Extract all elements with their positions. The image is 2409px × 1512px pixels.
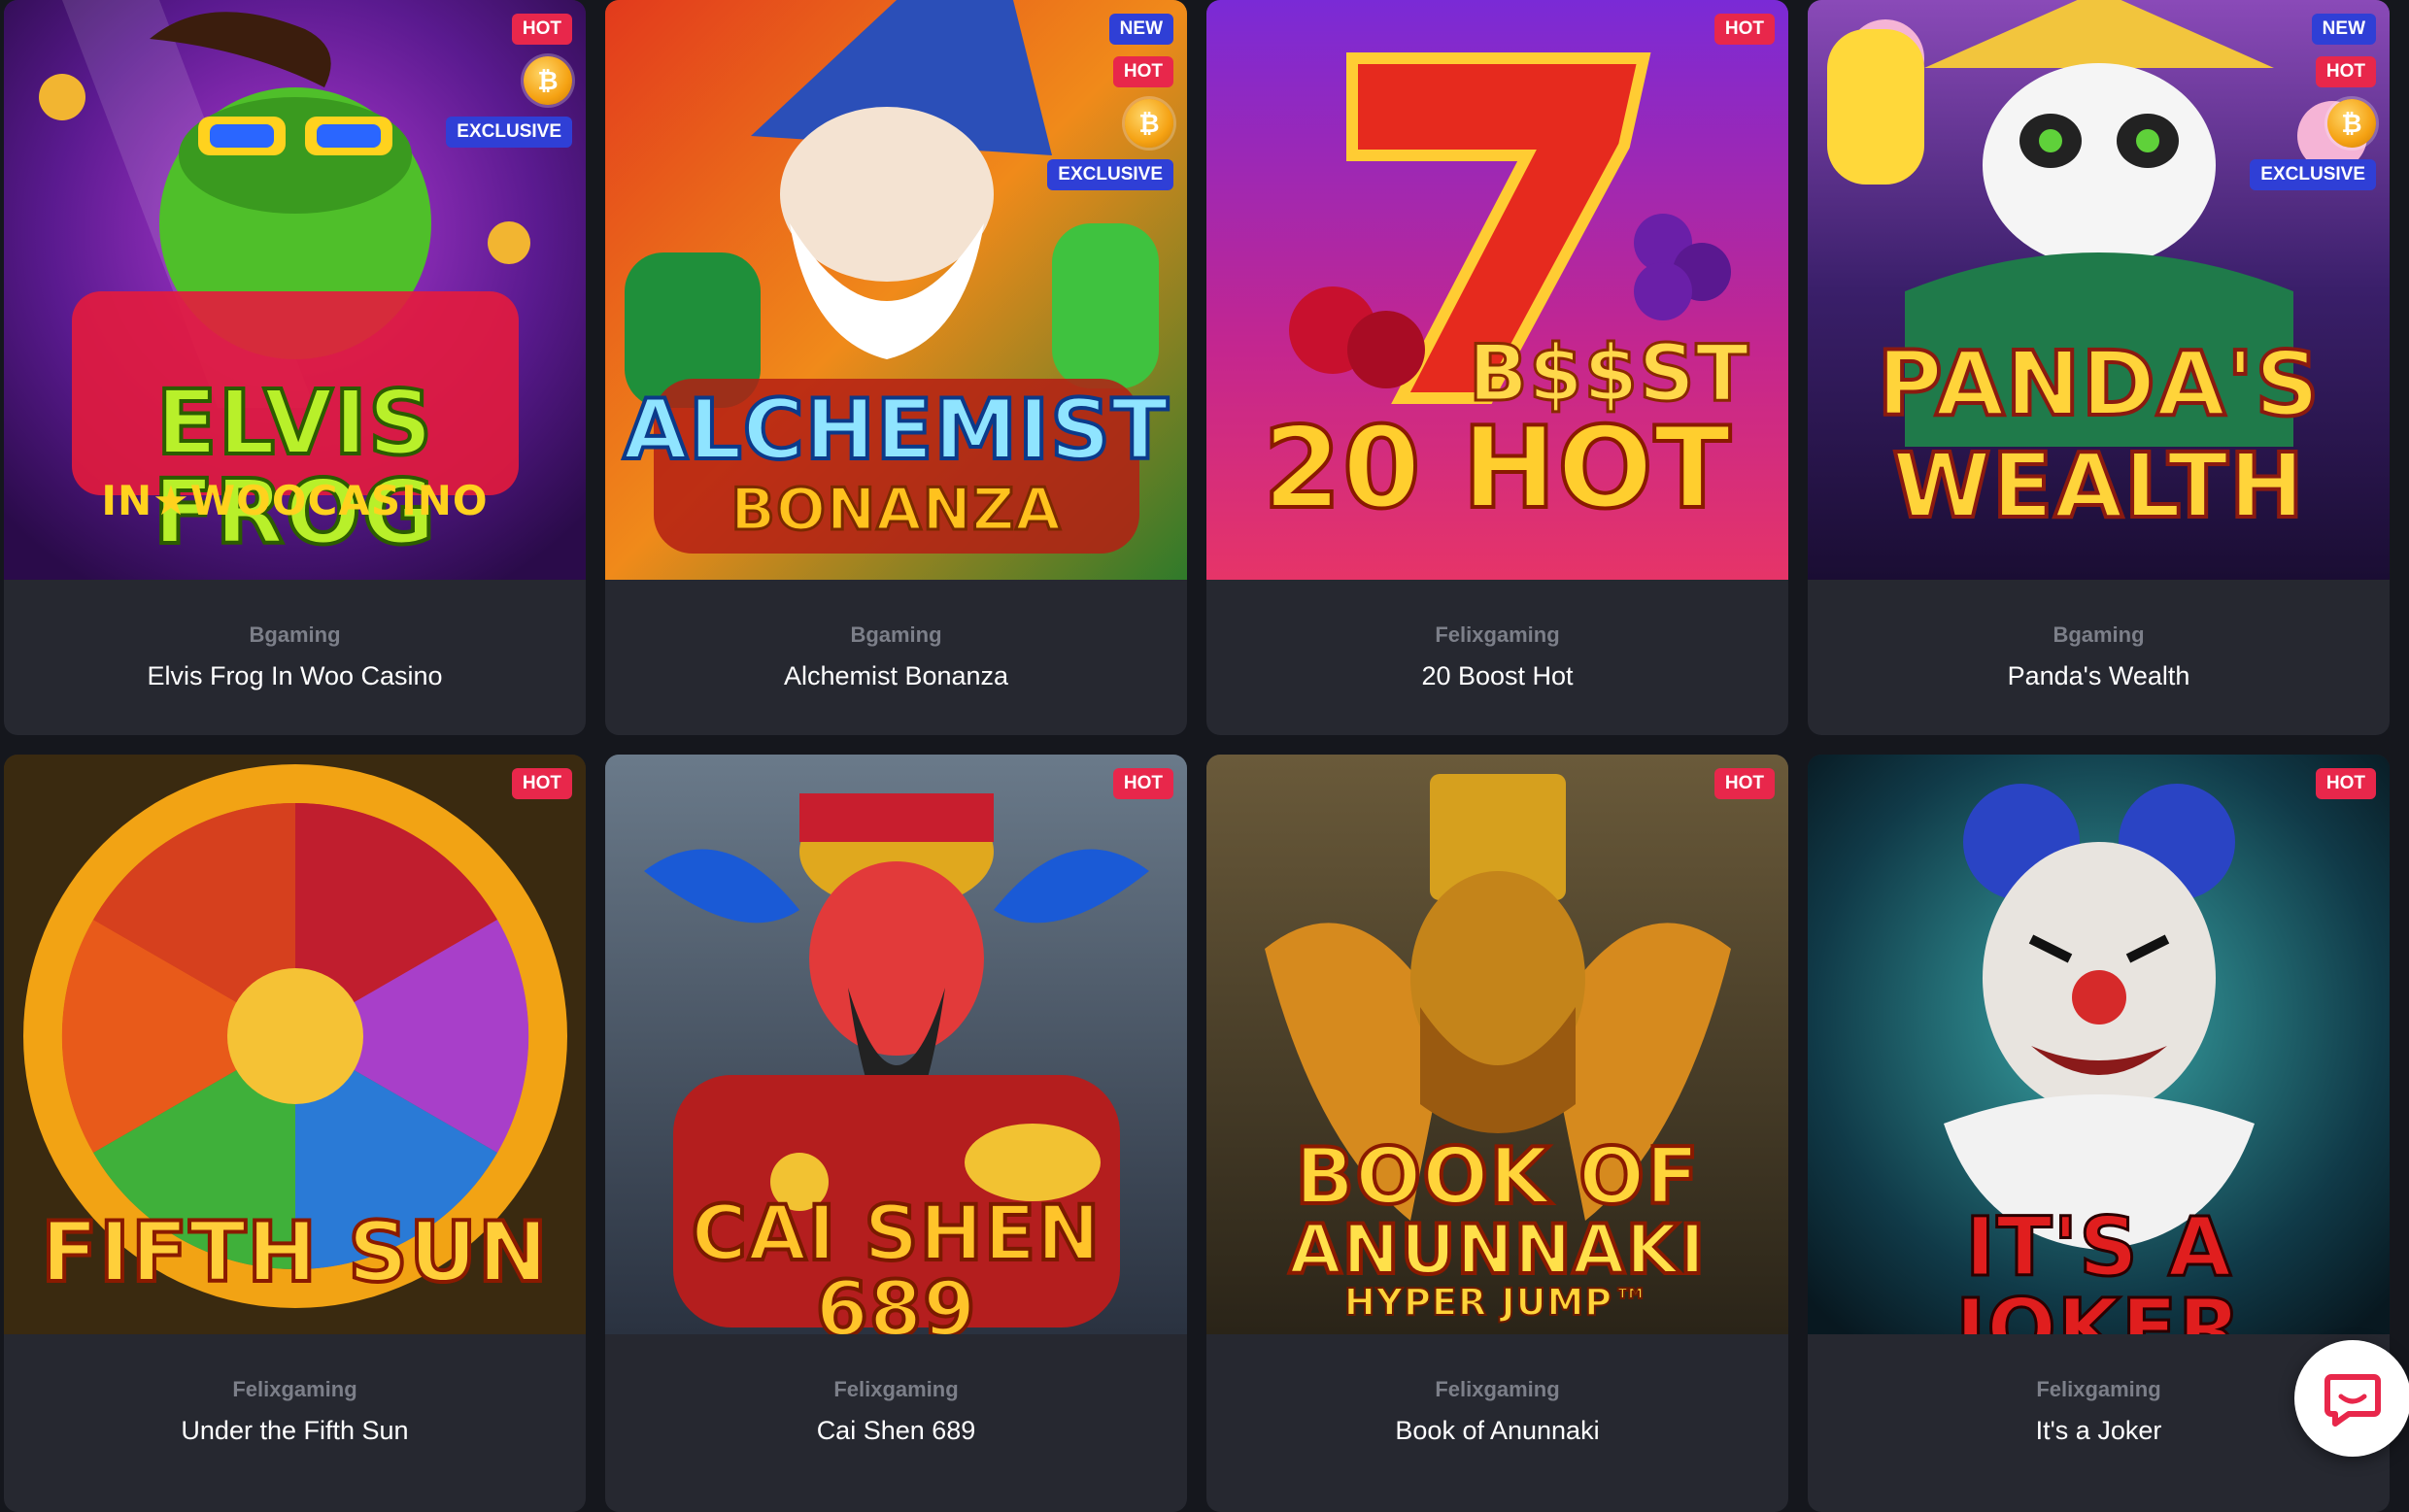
- bitcoin-coin-icon: ₿: [2327, 99, 2376, 148]
- game-thumbnail[interactable]: IT'S A JOKER HOT: [1808, 755, 2390, 1334]
- game-title[interactable]: Cai Shen 689: [605, 1416, 1187, 1446]
- game-logo-line1: ALCHEMIST: [621, 382, 1170, 479]
- hot-badge: HOT: [511, 768, 572, 799]
- game-provider: Bgaming: [249, 622, 341, 647]
- game-provider: Felixgaming: [833, 1377, 959, 1401]
- game-title[interactable]: Book of Anunnaki: [1206, 1416, 1788, 1446]
- exclusive-badge: EXCLUSIVE: [1047, 159, 1173, 190]
- badge-stack: HOT: [1713, 768, 1775, 799]
- badge-stack: HOT: [511, 768, 572, 799]
- game-logo-line1: IT'S A JOKER: [1954, 1199, 2243, 1335]
- game-thumbnail[interactable]: ALCHEMIST BONANZA NEW HOT ₿ EXCLUSIVE: [605, 0, 1187, 580]
- game-logo-line1: FIFTH SUN: [39, 1204, 550, 1301]
- game-thumbnail[interactable]: CAI SHEN 689 HOT: [605, 755, 1187, 1334]
- hot-badge: HOT: [2315, 56, 2376, 87]
- bitcoin-coin-icon: ₿: [1125, 99, 1173, 148]
- game-card[interactable]: PANDA'S WEALTH NEW HOT ₿ EXCLUSIVE Bgami…: [1808, 0, 2390, 735]
- games-grid: ELVIS FROG IN★WOOCASINO HOT ₿ EXCLUSIVE …: [0, 0, 2409, 1512]
- badge-stack: HOT: [2315, 768, 2376, 799]
- game-logo-line2: ANUNNAKI: [1287, 1210, 1707, 1290]
- hot-badge: HOT: [1112, 768, 1173, 799]
- game-logo-line3: HYPER JUMP™: [1343, 1281, 1651, 1324]
- chat-bubble-icon: [2324, 1374, 2381, 1427]
- game-card[interactable]: ALCHEMIST BONANZA NEW HOT ₿ EXCLUSIVE Bg…: [605, 0, 1187, 735]
- game-provider: Bgaming: [850, 622, 942, 647]
- game-logo-line1: CAI SHEN 689: [690, 1191, 1103, 1334]
- game-info: Bgaming Panda's Wealth: [1808, 580, 2390, 735]
- game-info: Bgaming Alchemist Bonanza: [605, 580, 1187, 735]
- new-badge: NEW: [1108, 14, 1173, 45]
- bitcoin-coin-icon: ₿: [524, 56, 572, 105]
- game-logo-line1: ELVIS FROG: [152, 371, 437, 564]
- badge-stack: HOT ₿ EXCLUSIVE: [446, 14, 572, 148]
- game-info: Felixgaming 20 Boost Hot: [1206, 580, 1788, 735]
- badge-stack: NEW HOT ₿ EXCLUSIVE: [1047, 14, 1173, 190]
- hot-badge: HOT: [1713, 14, 1775, 45]
- hot-badge: HOT: [1112, 56, 1173, 87]
- game-thumbnail[interactable]: ELVIS FROG IN★WOOCASINO HOT ₿ EXCLUSIVE: [4, 0, 586, 580]
- game-provider: Felixgaming: [1435, 622, 1560, 647]
- game-thumbnail[interactable]: PANDA'S WEALTH NEW HOT ₿ EXCLUSIVE: [1808, 0, 2390, 580]
- game-title[interactable]: Under the Fifth Sun: [4, 1416, 586, 1446]
- hot-badge: HOT: [511, 14, 572, 45]
- game-provider: Felixgaming: [232, 1377, 357, 1401]
- game-logo-line1: PANDA'S: [1875, 332, 2321, 436]
- game-logo-line2: IN★WOOCASINO: [101, 477, 489, 524]
- game-title[interactable]: Panda's Wealth: [1808, 661, 2390, 691]
- game-logo-line2: BONANZA: [729, 476, 1063, 544]
- game-provider: Bgaming: [2053, 622, 2145, 647]
- game-thumbnail[interactable]: B$$ST 20 HOT HOT: [1206, 0, 1788, 580]
- game-card[interactable]: BOOK OF ANUNNAKI HYPER JUMP™ HOT Felixga…: [1206, 755, 1788, 1512]
- game-logo-line1: B$$ST: [1467, 328, 1750, 419]
- live-chat-button[interactable]: [2294, 1340, 2409, 1457]
- game-title[interactable]: Elvis Frog In Woo Casino: [4, 661, 586, 691]
- badge-stack: HOT: [1112, 768, 1173, 799]
- game-logo-line2: WEALTH: [1890, 434, 2306, 538]
- new-badge: NEW: [2311, 14, 2376, 45]
- game-title[interactable]: 20 Boost Hot: [1206, 661, 1788, 691]
- badge-stack: HOT: [1713, 14, 1775, 45]
- hot-badge: HOT: [1713, 768, 1775, 799]
- game-card[interactable]: FIFTH SUN HOT Felixgaming Under the Fift…: [4, 755, 586, 1512]
- hot-badge: HOT: [2315, 768, 2376, 799]
- game-logo-line1: BOOK OF: [1293, 1131, 1701, 1222]
- game-thumbnail[interactable]: BOOK OF ANUNNAKI HYPER JUMP™ HOT: [1206, 755, 1788, 1334]
- game-logo-line2: 20 HOT: [1261, 403, 1733, 534]
- game-provider: Felixgaming: [1435, 1377, 1560, 1401]
- game-title[interactable]: Alchemist Bonanza: [605, 661, 1187, 691]
- game-thumbnail[interactable]: FIFTH SUN HOT: [4, 755, 586, 1334]
- game-card[interactable]: ELVIS FROG IN★WOOCASINO HOT ₿ EXCLUSIVE …: [4, 0, 586, 735]
- exclusive-badge: EXCLUSIVE: [446, 117, 572, 148]
- game-card[interactable]: CAI SHEN 689 HOT Felixgaming Cai Shen 68…: [605, 755, 1187, 1512]
- badge-stack: NEW HOT ₿ EXCLUSIVE: [2250, 14, 2376, 190]
- game-info: Bgaming Elvis Frog In Woo Casino: [4, 580, 586, 735]
- game-card[interactable]: B$$ST 20 HOT HOT Felixgaming 20 Boost Ho…: [1206, 0, 1788, 735]
- exclusive-badge: EXCLUSIVE: [2250, 159, 2376, 190]
